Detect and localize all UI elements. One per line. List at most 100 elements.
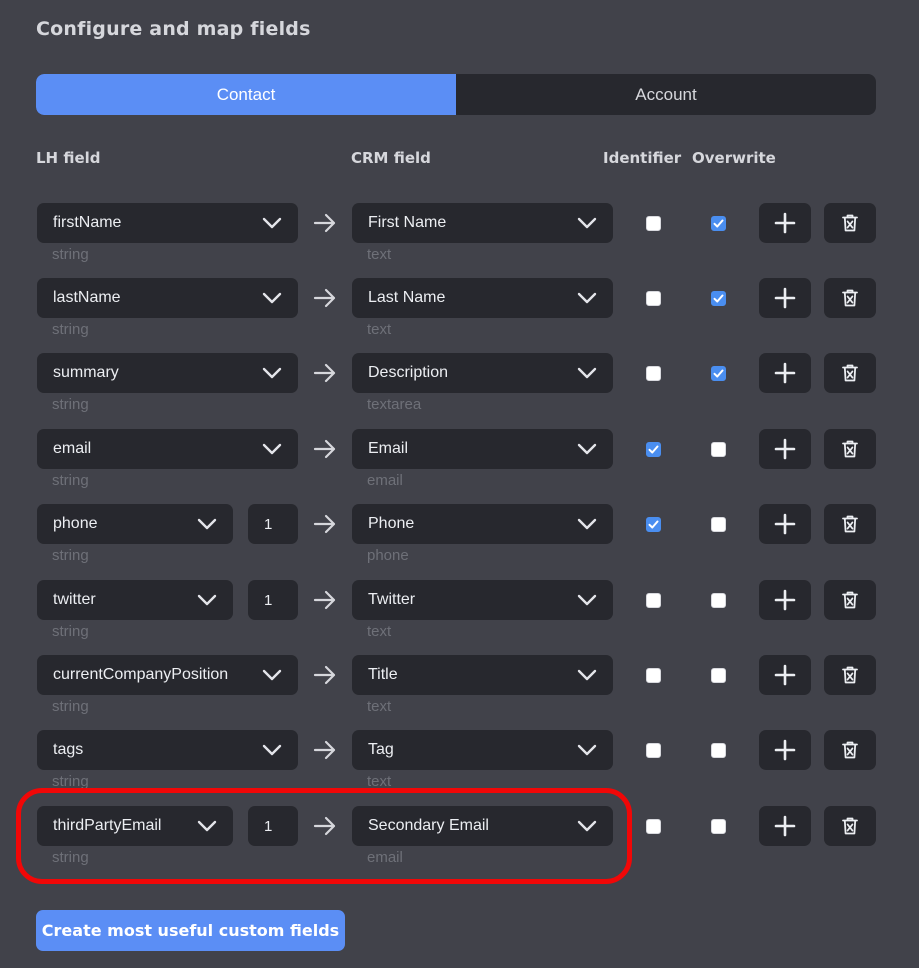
add-field-button[interactable] xyxy=(759,429,811,469)
page-title: Configure and map fields xyxy=(36,18,311,40)
overwrite-checkbox[interactable] xyxy=(711,291,726,306)
delete-field-button[interactable] xyxy=(824,429,876,469)
arrow-right-icon xyxy=(313,212,337,234)
crm-field-select[interactable]: Phone xyxy=(352,504,613,544)
overwrite-checkbox[interactable] xyxy=(711,668,726,683)
delete-field-button[interactable] xyxy=(824,203,876,243)
lh-field-value: firstName xyxy=(53,214,122,231)
delete-field-button[interactable] xyxy=(824,730,876,770)
crm-field-value: Last Name xyxy=(368,289,446,306)
overwrite-checkbox[interactable] xyxy=(711,442,726,457)
add-field-button[interactable] xyxy=(759,580,811,620)
identifier-checkbox[interactable] xyxy=(646,593,661,608)
identifier-checkbox[interactable] xyxy=(646,743,661,758)
lh-field-select[interactable]: twitter xyxy=(37,580,233,620)
chevron-down-icon xyxy=(262,365,282,381)
overwrite-checkbox[interactable] xyxy=(711,517,726,532)
crm-field-select[interactable]: First Name xyxy=(352,203,613,243)
crm-field-type: text xyxy=(367,321,392,338)
chevron-down-icon xyxy=(577,215,597,231)
lh-field-type: string xyxy=(52,547,89,564)
lh-field-select[interactable]: lastName xyxy=(37,278,298,318)
field-mapping-row: email string Email email xyxy=(0,429,919,501)
lh-field-value: summary xyxy=(53,364,119,381)
add-field-button[interactable] xyxy=(759,278,811,318)
trash-icon xyxy=(842,591,858,609)
overwrite-checkbox[interactable] xyxy=(711,593,726,608)
delete-field-button[interactable] xyxy=(824,580,876,620)
overwrite-checkbox[interactable] xyxy=(711,216,726,231)
lh-field-value: tags xyxy=(53,741,84,758)
plus-icon xyxy=(774,739,796,761)
identifier-checkbox[interactable] xyxy=(646,442,661,457)
add-field-button[interactable] xyxy=(759,806,811,846)
lh-field-type: string xyxy=(52,321,89,338)
chevron-down-icon xyxy=(262,667,282,683)
lh-field-select[interactable]: summary xyxy=(37,353,298,393)
overwrite-checkbox[interactable] xyxy=(711,366,726,381)
arrow-right-icon xyxy=(313,362,337,384)
crm-field-value: Twitter xyxy=(368,591,416,608)
identifier-checkbox[interactable] xyxy=(646,517,661,532)
delete-field-button[interactable] xyxy=(824,353,876,393)
plus-icon xyxy=(774,513,796,535)
delete-field-button[interactable] xyxy=(824,655,876,695)
crm-field-select[interactable]: Email xyxy=(352,429,613,469)
field-mapping-row: phone 1 string Phone phone xyxy=(0,504,919,576)
crm-field-value: Tag xyxy=(368,741,394,758)
add-field-button[interactable] xyxy=(759,203,811,243)
lh-field-type: string xyxy=(52,246,89,263)
chevron-down-icon xyxy=(577,667,597,683)
field-mapping-row: twitter 1 string Twitter text xyxy=(0,580,919,652)
trash-icon xyxy=(842,289,858,307)
crm-field-select[interactable]: Tag xyxy=(352,730,613,770)
crm-field-value: Title xyxy=(368,666,398,683)
chevron-down-icon xyxy=(577,290,597,306)
delete-field-button[interactable] xyxy=(824,806,876,846)
identifier-checkbox[interactable] xyxy=(646,216,661,231)
trash-icon xyxy=(842,515,858,533)
plus-icon xyxy=(774,815,796,837)
arrow-right-icon xyxy=(313,664,337,686)
lh-field-select[interactable]: currentCompanyPosition xyxy=(37,655,298,695)
lh-field-select[interactable]: tags xyxy=(37,730,298,770)
identifier-checkbox[interactable] xyxy=(646,291,661,306)
field-mapping-row: lastName string Last Name text xyxy=(0,278,919,350)
crm-field-select[interactable]: Description xyxy=(352,353,613,393)
delete-field-button[interactable] xyxy=(824,504,876,544)
crm-field-select[interactable]: Title xyxy=(352,655,613,695)
plus-icon xyxy=(774,287,796,309)
arrow-right-icon xyxy=(313,513,337,535)
add-field-button[interactable] xyxy=(759,353,811,393)
add-field-button[interactable] xyxy=(759,730,811,770)
lh-field-value: email xyxy=(53,440,92,457)
lh-field-select[interactable]: phone xyxy=(37,504,233,544)
add-field-button[interactable] xyxy=(759,504,811,544)
add-field-button[interactable] xyxy=(759,655,811,695)
identifier-checkbox[interactable] xyxy=(646,668,661,683)
overwrite-checkbox[interactable] xyxy=(711,819,726,834)
crm-field-select[interactable]: Last Name xyxy=(352,278,613,318)
tab-account[interactable]: Account xyxy=(456,74,876,115)
identifier-checkbox[interactable] xyxy=(646,366,661,381)
lh-field-index-input[interactable]: 1 xyxy=(248,504,298,544)
create-custom-fields-button[interactable]: Create most useful custom fields xyxy=(36,910,345,951)
chevron-down-icon xyxy=(262,290,282,306)
lh-field-value: twitter xyxy=(53,591,96,608)
tab-contact[interactable]: Contact xyxy=(36,74,456,115)
arrow-right-icon xyxy=(313,739,337,761)
trash-icon xyxy=(842,364,858,382)
lh-field-select[interactable]: email xyxy=(37,429,298,469)
lh-field-select[interactable]: firstName xyxy=(37,203,298,243)
chevron-down-icon xyxy=(197,516,217,532)
crm-field-type: text xyxy=(367,698,392,715)
crm-field-select[interactable]: Twitter xyxy=(352,580,613,620)
identifier-checkbox[interactable] xyxy=(646,819,661,834)
chevron-down-icon xyxy=(577,516,597,532)
field-mapping-row: summary string Description textarea xyxy=(0,353,919,425)
crm-field-type: email xyxy=(367,472,403,489)
overwrite-checkbox[interactable] xyxy=(711,743,726,758)
lh-field-index-input[interactable]: 1 xyxy=(248,580,298,620)
delete-field-button[interactable] xyxy=(824,278,876,318)
column-header-identifier: Identifier xyxy=(603,149,682,167)
